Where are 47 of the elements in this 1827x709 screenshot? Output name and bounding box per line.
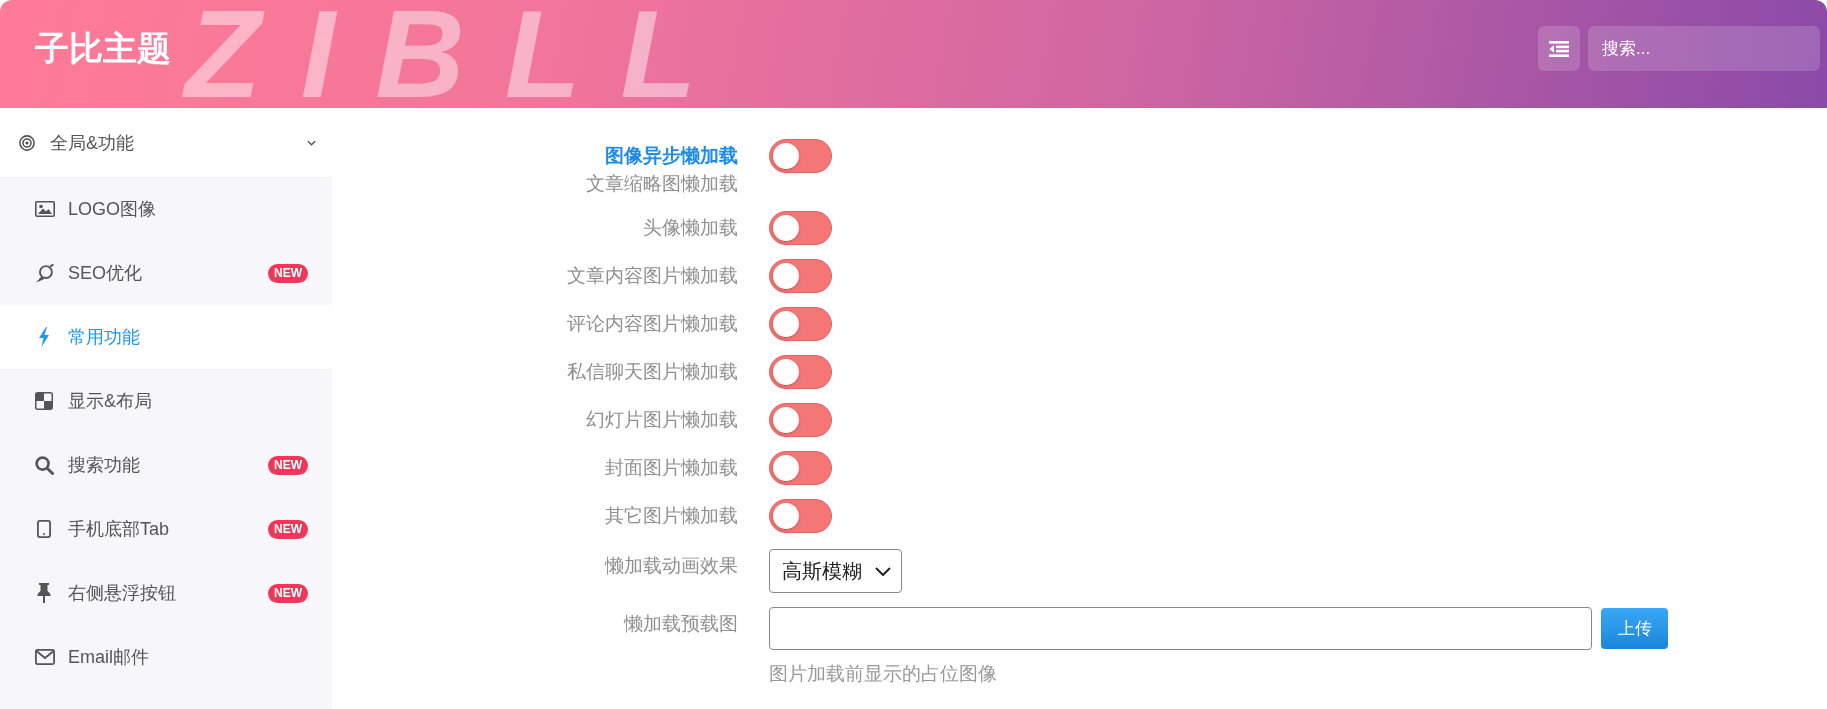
field-label: 图像异步懒加载 xyxy=(605,144,738,168)
field-label: 其它图片懒加载 xyxy=(605,504,738,528)
field-label: 评论内容图片懒加载 xyxy=(567,312,738,336)
new-badge: NEW xyxy=(268,583,308,603)
field-label: 文章内容图片懒加载 xyxy=(567,264,738,288)
sidebar-item[interactable]: 搜索功能 NEW xyxy=(0,433,332,497)
pushpin-icon xyxy=(37,583,51,603)
sidebar-group-header[interactable]: 全局&功能 xyxy=(0,108,332,177)
toggle-switch[interactable] xyxy=(769,307,832,341)
toggle-switch[interactable] xyxy=(769,499,832,533)
new-badge: NEW xyxy=(268,455,308,475)
toggle-switch[interactable] xyxy=(769,403,832,437)
sidebar-item[interactable]: Email邮件 xyxy=(0,625,332,689)
field-label: 懒加载预载图 xyxy=(624,612,738,636)
toggle-switch[interactable] xyxy=(769,451,832,485)
envelope-icon xyxy=(35,649,55,665)
image-icon xyxy=(35,201,55,217)
toggle-switch[interactable] xyxy=(769,259,832,293)
search-icon xyxy=(35,455,54,475)
outdent-icon xyxy=(1549,40,1569,57)
dropdown-select[interactable]: 高斯模糊 xyxy=(769,549,902,593)
target-icon xyxy=(19,134,35,151)
sidebar-item[interactable]: 显示&布局 xyxy=(0,369,332,433)
input-field[interactable] xyxy=(769,607,1592,650)
field-label: 懒加载动画效果 xyxy=(605,554,738,578)
menu-toggle-button[interactable] xyxy=(1538,26,1580,71)
field-label: 封面图片懒加载 xyxy=(605,456,738,480)
toggle-switch[interactable] xyxy=(769,139,832,173)
new-badge: NEW xyxy=(268,263,308,283)
tablet-icon xyxy=(37,520,51,538)
toggle-switch[interactable] xyxy=(769,211,832,245)
toggle-switch[interactable] xyxy=(769,355,832,389)
help-text: 图片加载前显示的占位图像 xyxy=(769,662,997,686)
sidebar-item[interactable]: 手机底部Tab NEW xyxy=(0,497,332,561)
sidebar-item[interactable]: SEO优化 NEW xyxy=(0,241,332,305)
chevron-down-icon xyxy=(875,566,891,576)
field-label: 头像懒加载 xyxy=(643,216,738,240)
lightning-bolt-icon xyxy=(38,327,50,347)
field-label: 私信聊天图片懒加载 xyxy=(567,360,738,384)
checkered-square-icon xyxy=(35,392,53,410)
speech-bubble-icon xyxy=(35,263,54,283)
sidebar-item[interactable]: 右侧悬浮按钮 NEW xyxy=(0,561,332,625)
field-subtitle: 文章缩略图懒加载 xyxy=(586,172,738,196)
sidebar-item[interactable]: LOGO图像 xyxy=(0,177,332,241)
field-label: 幻灯片图片懒加载 xyxy=(586,408,738,432)
site-title: 子比主题 xyxy=(35,28,171,69)
new-badge: NEW xyxy=(268,519,308,539)
